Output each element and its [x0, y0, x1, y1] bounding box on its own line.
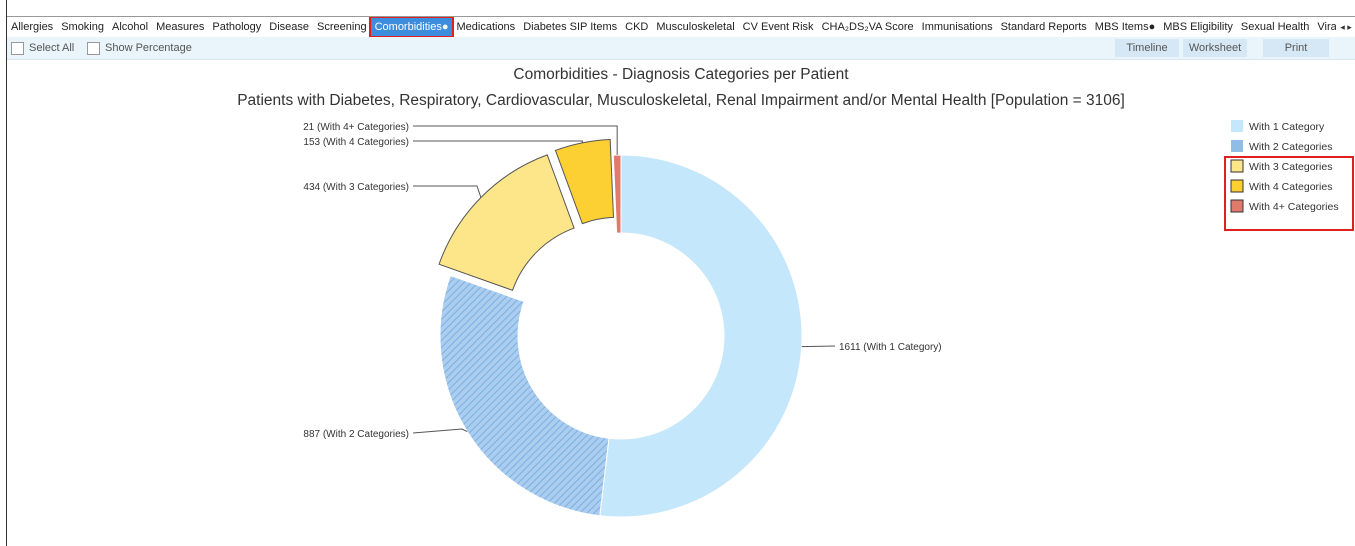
tab-mbs-items[interactable]: MBS Items●: [1091, 18, 1159, 36]
legend-swatch[interactable]: [1230, 199, 1244, 213]
legend-label[interactable]: With 4 Categories: [1249, 181, 1332, 193]
chart-title: Comorbidities - Diagnosis Categories per…: [513, 66, 849, 83]
timeline-button[interactable]: Timeline: [1115, 39, 1179, 57]
label-connector-line: [413, 140, 583, 143]
tab-standard-reports[interactable]: Standard Reports: [997, 18, 1091, 36]
show-percentage-checkbox-box[interactable]: [87, 41, 100, 55]
label-connector-line: [801, 345, 836, 348]
tab-allergies[interactable]: Allergies: [7, 18, 57, 36]
legend-label[interactable]: With 3 Categories: [1249, 161, 1332, 173]
legend-label[interactable]: With 1 Category: [1249, 121, 1325, 133]
slice-data-label: 1611 (With 1 Category): [839, 342, 942, 353]
tab-mbs-eligibility[interactable]: MBS Eligibility: [1159, 18, 1237, 36]
show-percentage-checkbox[interactable]: Show Percentage: [87, 41, 192, 55]
tab-musculoskeletal[interactable]: Musculoskeletal: [652, 18, 738, 36]
legend-swatch[interactable]: [1230, 159, 1244, 173]
tab-list: Allergies Smoking Alcohol Measures Pathology…: [7, 17, 1341, 37]
worksheet-button[interactable]: Worksheet: [1183, 39, 1247, 57]
slice-data-label: 887 (With 2 Categories): [303, 429, 409, 440]
tab-medications[interactable]: Medications: [452, 18, 519, 36]
legend-label[interactable]: With 2 Categories: [1249, 141, 1332, 153]
slice-with-1-category[interactable]: [599, 154, 803, 518]
slice-data-label: 21 (With 4+ Categories): [303, 122, 409, 133]
legend-swatch[interactable]: [1231, 120, 1243, 132]
slice-with-2-categories[interactable]: [439, 274, 610, 517]
chart-toolbar: Select All Show Percentage Timeline Work…: [7, 37, 1355, 60]
label-connector-line: [413, 185, 482, 198]
tab-cv-event-risk[interactable]: CV Event Risk: [739, 18, 818, 36]
slice-data-label: 434 (With 3 Categories): [303, 182, 409, 193]
select-all-checkbox[interactable]: Select All: [11, 41, 74, 55]
slice-data-label: 153 (With 4 Categories): [303, 137, 409, 148]
tab-scroll-arrows[interactable]: ◂ ▸: [1336, 17, 1355, 37]
print-button[interactable]: Print: [1263, 39, 1329, 57]
tab-sexual-health[interactable]: Sexual Health: [1237, 18, 1314, 36]
show-percentage-label: Show Percentage: [105, 42, 192, 54]
select-all-label: Select All: [29, 42, 75, 54]
tab-screening[interactable]: Screening: [313, 18, 371, 36]
chart-subtitle: Patients with Diabetes, Respiratory, Car…: [237, 92, 1125, 109]
donut-slices: [438, 138, 803, 518]
tab-diabetes-sip-items[interactable]: Diabetes SIP Items: [519, 18, 621, 36]
tab-disease[interactable]: Disease: [265, 18, 313, 36]
comorbidities-donut-chart: Comorbidities - Diagnosis Categories per…: [237, 66, 1354, 518]
tab-immunisations[interactable]: Immunisations: [918, 18, 997, 36]
tab-cha-ds-va-score[interactable]: CHA₂DS₂VA Score: [818, 18, 918, 36]
label-connector-line: [412, 428, 468, 434]
slice-with-4-categories[interactable]: [612, 154, 622, 234]
tab-alcohol[interactable]: Alcohol: [108, 18, 152, 36]
tab-scroll-right-icon[interactable]: ▸: [1347, 22, 1352, 32]
tab-pathology[interactable]: Pathology: [208, 18, 265, 36]
tab-measures[interactable]: Measures: [152, 18, 208, 36]
legend-swatch[interactable]: [1231, 140, 1243, 152]
legend-swatch[interactable]: [1230, 179, 1244, 193]
comorbidities-window: Allergies Smoking Alcohol Measures Pathology…: [6, 0, 1355, 546]
select-all-checkbox-box[interactable]: [11, 41, 24, 55]
legend-label[interactable]: With 4+ Categories: [1249, 201, 1339, 213]
slice-with-3-categories[interactable]: [438, 154, 575, 291]
report-tab-bar: Allergies Smoking Alcohol Measures Pathology…: [7, 16, 1355, 37]
tab-ckd[interactable]: CKD: [621, 18, 652, 36]
tab-comorbidities[interactable]: Comorbidities●: [368, 17, 455, 37]
chart-legend: With 1 Category With 2 Categories With 3 C…: [1224, 120, 1354, 231]
tab-smoking[interactable]: Smoking: [57, 18, 108, 36]
tab-scroll-left-icon[interactable]: ◂: [1340, 22, 1345, 32]
